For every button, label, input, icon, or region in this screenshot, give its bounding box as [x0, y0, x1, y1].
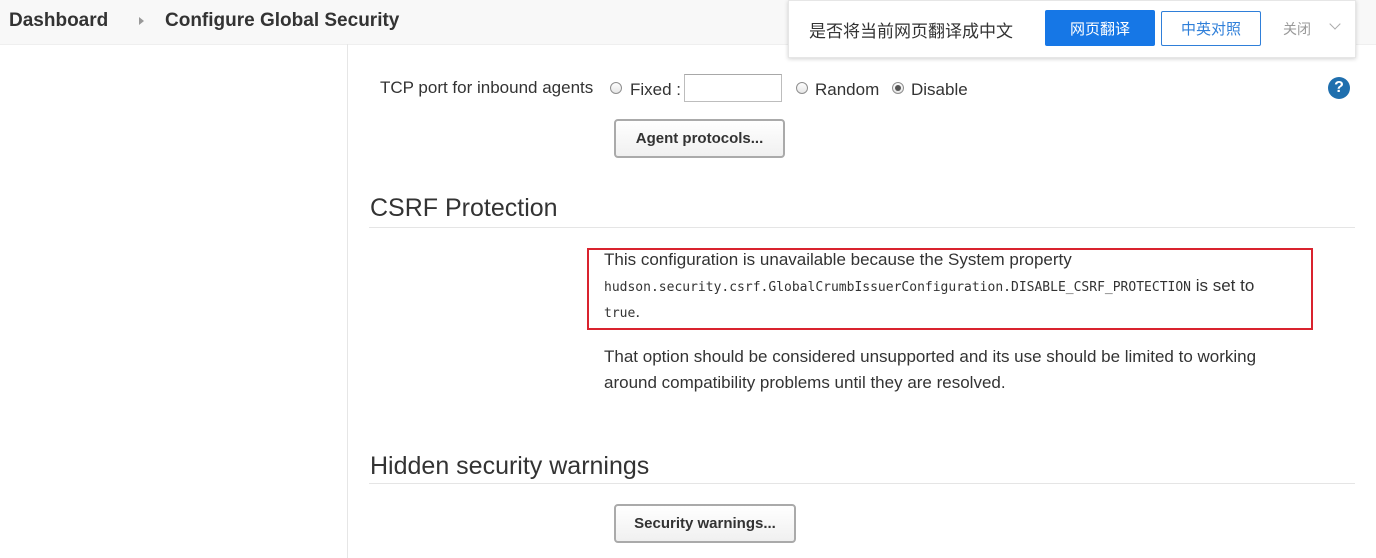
hidden-warnings-heading: Hidden security warnings — [370, 452, 650, 480]
disable-radio-label[interactable]: Disable — [911, 80, 968, 100]
csrf-value-suffix: . — [635, 302, 641, 321]
random-radio[interactable] — [796, 82, 808, 94]
help-icon[interactable]: ? — [1328, 77, 1350, 99]
disable-radio[interactable] — [892, 82, 904, 94]
breadcrumb-separator-icon — [139, 17, 144, 25]
agent-protocols-button[interactable]: Agent protocols... — [614, 119, 785, 158]
fixed-radio[interactable] — [610, 82, 622, 94]
translate-page-button[interactable]: 网页翻译 — [1045, 10, 1155, 46]
sidebar-divider — [347, 44, 348, 558]
breadcrumb-dashboard-link[interactable]: Dashboard — [9, 10, 108, 32]
csrf-is-set-to: is set to — [1191, 276, 1255, 295]
tcp-port-label: TCP port for inbound agents — [380, 78, 594, 97]
translate-close-button[interactable]: 关闭 — [1283, 19, 1311, 39]
hidden-warnings-rule — [369, 483, 1355, 484]
csrf-heading: CSRF Protection — [370, 194, 558, 222]
csrf-property-name: hudson.security.csrf.GlobalCrumbIssuerCo… — [604, 280, 1191, 295]
page: Dashboard Configure Global Security TCP … — [0, 0, 1376, 558]
csrf-heading-rule — [369, 227, 1355, 228]
breadcrumb-configure-global-security-link[interactable]: Configure Global Security — [165, 10, 399, 32]
translate-banner: 是否将当前网页翻译成中文 网页翻译 中英对照 关闭 — [788, 0, 1356, 58]
csrf-note: That option should be considered unsuppo… — [604, 347, 1257, 392]
translate-prompt: 是否将当前网页翻译成中文 — [809, 22, 1013, 41]
csrf-warning-line2: hudson.security.csrf.GlobalCrumbIssuerCo… — [604, 276, 1254, 296]
security-warnings-button[interactable]: Security warnings... — [614, 504, 796, 543]
csrf-warning-line1: This configuration is unavailable becaus… — [604, 250, 1072, 269]
fixed-radio-label[interactable]: Fixed : — [630, 80, 681, 100]
chevron-down-icon[interactable] — [1329, 18, 1341, 30]
bilingual-view-button[interactable]: 中英对照 — [1161, 11, 1261, 46]
csrf-property-value: true — [604, 306, 636, 321]
csrf-warning-line3: true. — [604, 302, 640, 322]
random-radio-label[interactable]: Random — [815, 80, 879, 100]
fixed-port-input[interactable] — [684, 74, 782, 102]
